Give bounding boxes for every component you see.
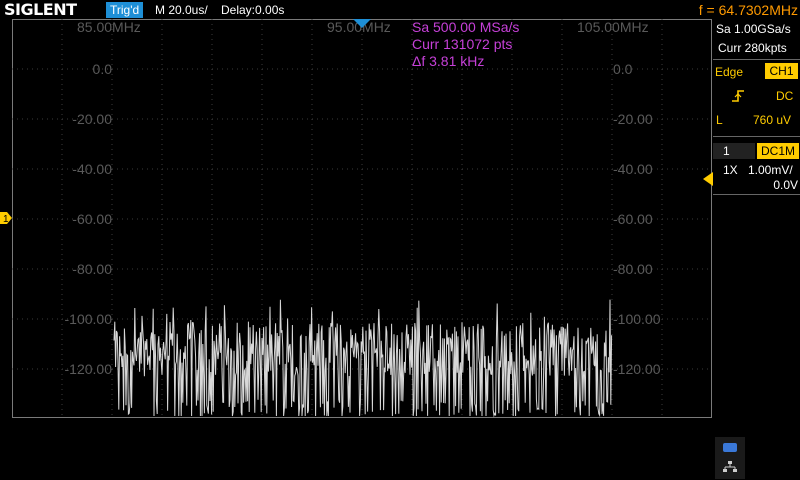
y-label-left-4: -80.00 xyxy=(72,261,112,277)
y-label-right-6: -120.00 xyxy=(613,361,661,377)
fft-noise-trace xyxy=(113,299,613,418)
y-label-right-3: -60.00 xyxy=(613,211,653,227)
timebase-readout[interactable]: M 20.0us/ xyxy=(155,2,208,18)
trigger-position-marker[interactable] xyxy=(353,19,371,29)
y-label-right-1: -20.00 xyxy=(613,111,653,127)
panel-divider xyxy=(713,194,800,195)
rising-edge-icon xyxy=(732,90,744,102)
status-bar: SIGLENT Trig'd M 20.0us/ Delay:0.00s f =… xyxy=(0,0,800,20)
y-label-left-5: -100.00 xyxy=(64,311,112,327)
channel-probe: 1X xyxy=(723,163,738,177)
system-status-box xyxy=(715,437,745,479)
y-label-right-0: 0.0 xyxy=(613,61,633,77)
grid-lines xyxy=(12,19,712,418)
panel-divider xyxy=(713,59,800,60)
y-label-left-1: -20.00 xyxy=(72,111,112,127)
trigger-source-badge[interactable]: CH1 xyxy=(765,63,798,79)
network-icon xyxy=(723,461,737,472)
memory-depth: Curr 280kpts xyxy=(718,41,787,55)
fft-resolution: Δf 3.81 kHz xyxy=(412,53,485,69)
trigger-level-value[interactable]: 760 uV xyxy=(753,113,791,128)
fft-sample-rate: Sa 500.00 MSa/s xyxy=(412,19,520,35)
fft-plot xyxy=(12,19,712,418)
y-label-right-2: -40.00 xyxy=(613,161,653,177)
channel-scale[interactable]: 1.00mV/ xyxy=(748,163,793,178)
trigger-type[interactable]: Edge xyxy=(715,65,743,80)
frequency-counter: f = 64.7302MHz xyxy=(698,2,798,18)
channel-offset[interactable]: 0.0V xyxy=(773,178,798,193)
channel-coupling-badge[interactable]: DC1M xyxy=(757,143,799,159)
y-label-left-6: -120.00 xyxy=(64,361,112,377)
fft-points: Curr 131072 pts xyxy=(412,36,513,52)
ch1-marker-label: 1 xyxy=(3,214,9,224)
x-label-left: 85.00MHz xyxy=(77,19,141,35)
right-info-panel: Sa 1.00GSa/s Curr 280kpts Edge CH1 DC L … xyxy=(713,20,800,480)
trigger-level-label: L xyxy=(716,113,723,127)
y-label-left-3: -60.00 xyxy=(72,211,112,227)
ch1-offset-marker[interactable]: 1 xyxy=(0,212,12,224)
acquisition-sample-rate: Sa 1.00GSa/s xyxy=(716,22,791,36)
storage-icon xyxy=(723,443,737,452)
panel-divider xyxy=(713,136,800,137)
trigger-status-badge: Trig'd xyxy=(106,2,144,18)
y-label-left-2: -40.00 xyxy=(72,161,112,177)
trigger-coupling[interactable]: DC xyxy=(776,89,793,104)
y-label-right-4: -80.00 xyxy=(613,261,653,277)
trigger-level-marker[interactable] xyxy=(703,172,713,186)
delay-readout[interactable]: Delay:0.00s xyxy=(221,2,284,18)
y-label-right-5: -100.00 xyxy=(613,311,661,327)
siglent-logo: SIGLENT xyxy=(4,0,77,19)
x-label-right: 105.00MHz xyxy=(577,19,649,35)
y-label-left-0: 0.0 xyxy=(92,61,112,77)
channel-number-tab[interactable]: 1 xyxy=(713,143,755,159)
